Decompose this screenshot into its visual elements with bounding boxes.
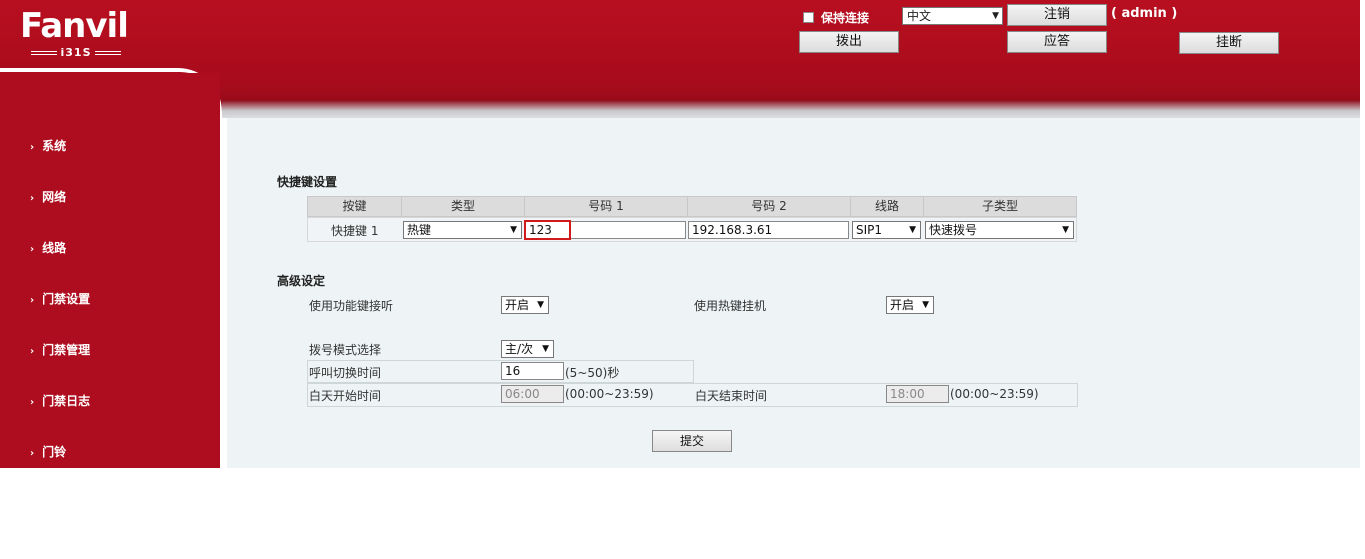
sidebar-item-door-log[interactable]: › 门禁日志: [30, 392, 90, 409]
submit-button[interactable]: 提交: [652, 430, 732, 452]
chevron-right-icon: ›: [30, 397, 35, 408]
call-switch-hint: (5~50)秒: [565, 366, 620, 380]
model-label: i31S: [20, 46, 132, 59]
dropdown-arrow-icon: ▼: [1062, 225, 1069, 235]
col-header-line: 线路: [850, 196, 924, 217]
chevron-right-icon: ›: [30, 295, 35, 306]
chevron-right-icon: ›: [30, 142, 35, 153]
logo-text: Fanvil: [20, 6, 129, 46]
sidebar-item-doorbell[interactable]: › 门铃: [30, 443, 66, 460]
main-content: [227, 118, 1360, 468]
sidebar-item-label: 系统: [42, 139, 67, 153]
keep-connected-label: 保持连接: [821, 11, 870, 25]
subtype-value: 快速拨号: [929, 223, 978, 237]
col-header-number2: 号码 2: [687, 196, 851, 217]
col-header-key: 按键: [307, 196, 402, 217]
dropdown-arrow-icon: ▼: [992, 11, 999, 21]
hotkey-type-value: 热键: [407, 223, 432, 237]
hotkey-section-title: 快捷键设置: [277, 175, 338, 189]
checkbox-icon[interactable]: [803, 12, 814, 23]
highlight-box: [524, 220, 571, 240]
dial-button[interactable]: 拨出: [799, 31, 899, 53]
hotkey-type-select[interactable]: 热键 ▼: [403, 221, 522, 239]
dropdown-arrow-icon: ▼: [909, 225, 916, 235]
chevron-right-icon: ›: [30, 448, 35, 459]
sidebar-item-label: 线路: [42, 241, 67, 255]
chevron-right-icon: ›: [30, 244, 35, 255]
dial-mode-select[interactable]: 主/次 ▼: [501, 340, 554, 358]
col-header-type: 类型: [401, 196, 525, 217]
sidebar-item-label: 网络: [42, 190, 67, 204]
dropdown-arrow-icon: ▼: [922, 300, 929, 310]
sidebar-item-door-settings[interactable]: › 门禁设置: [30, 290, 90, 307]
subtype-select[interactable]: 快速拨号 ▼: [925, 221, 1074, 239]
hotkey-key-label: 快捷键 1: [331, 224, 379, 238]
hotkey-hangup-value: 开启: [890, 298, 915, 312]
dropdown-arrow-icon: ▼: [537, 300, 544, 310]
dropdown-arrow-icon: ▼: [542, 344, 549, 354]
advanced-section-title: 高级设定: [277, 274, 326, 288]
hangup-button[interactable]: 挂断: [1179, 32, 1279, 54]
col-header-subtype: 子类型: [923, 196, 1077, 217]
col-header-number1: 号码 1: [524, 196, 688, 217]
dropdown-arrow-icon: ▼: [510, 225, 517, 235]
line-select[interactable]: SIP1 ▼: [852, 221, 921, 239]
day-start-input[interactable]: 06:00: [501, 385, 564, 403]
dial-mode-value: 主/次: [505, 342, 534, 356]
answer-button[interactable]: 应答: [1007, 31, 1107, 53]
hotkey-hangup-label: 使用热键挂机: [694, 299, 767, 313]
sidebar-item-label: 门禁日志: [42, 394, 91, 408]
header-shade: [222, 100, 1360, 118]
call-switch-label: 呼叫切换时间: [309, 366, 382, 380]
dial-mode-label: 拨号模式选择: [309, 343, 382, 357]
sidebar-item-label: 门禁设置: [42, 292, 91, 306]
model-text: i31S: [60, 46, 92, 59]
keep-connected-checkbox[interactable]: 保持连接: [803, 9, 869, 26]
func-key-answer-label: 使用功能键接听: [309, 299, 394, 313]
chevron-right-icon: ›: [30, 193, 35, 204]
number2-input[interactable]: 192.168.3.61: [688, 221, 849, 239]
sidebar-item-network[interactable]: › 网络: [30, 188, 66, 205]
sidebar-item-door-management[interactable]: › 门禁管理: [30, 341, 90, 358]
user-label: ( admin ): [1111, 6, 1178, 21]
day-end-hint: (00:00~23:59): [950, 387, 1039, 401]
sidebar-item-line[interactable]: › 线路: [30, 239, 66, 256]
line-value: SIP1: [856, 223, 883, 237]
func-key-answer-value: 开启: [505, 298, 530, 312]
language-select[interactable]: 中文 ▼: [902, 7, 1003, 25]
language-value: 中文: [907, 9, 932, 23]
day-start-label: 白天开始时间: [309, 389, 382, 403]
call-switch-input[interactable]: 16: [501, 362, 564, 380]
day-end-label: 白天结束时间: [695, 389, 768, 403]
day-start-hint: (00:00~23:59): [565, 387, 654, 401]
chevron-right-icon: ›: [30, 346, 35, 357]
hotkey-hangup-select[interactable]: 开启 ▼: [886, 296, 934, 314]
sidebar-item-label: 门铃: [42, 445, 67, 459]
fanvil-logo: Fanvil i31S: [20, 6, 135, 60]
logout-button[interactable]: 注销: [1007, 4, 1107, 26]
sidebar-item-system[interactable]: › 系统: [30, 137, 66, 154]
func-key-answer-select[interactable]: 开启 ▼: [501, 296, 549, 314]
sidebar-item-label: 门禁管理: [42, 343, 91, 357]
day-end-input[interactable]: 18:00: [886, 385, 949, 403]
